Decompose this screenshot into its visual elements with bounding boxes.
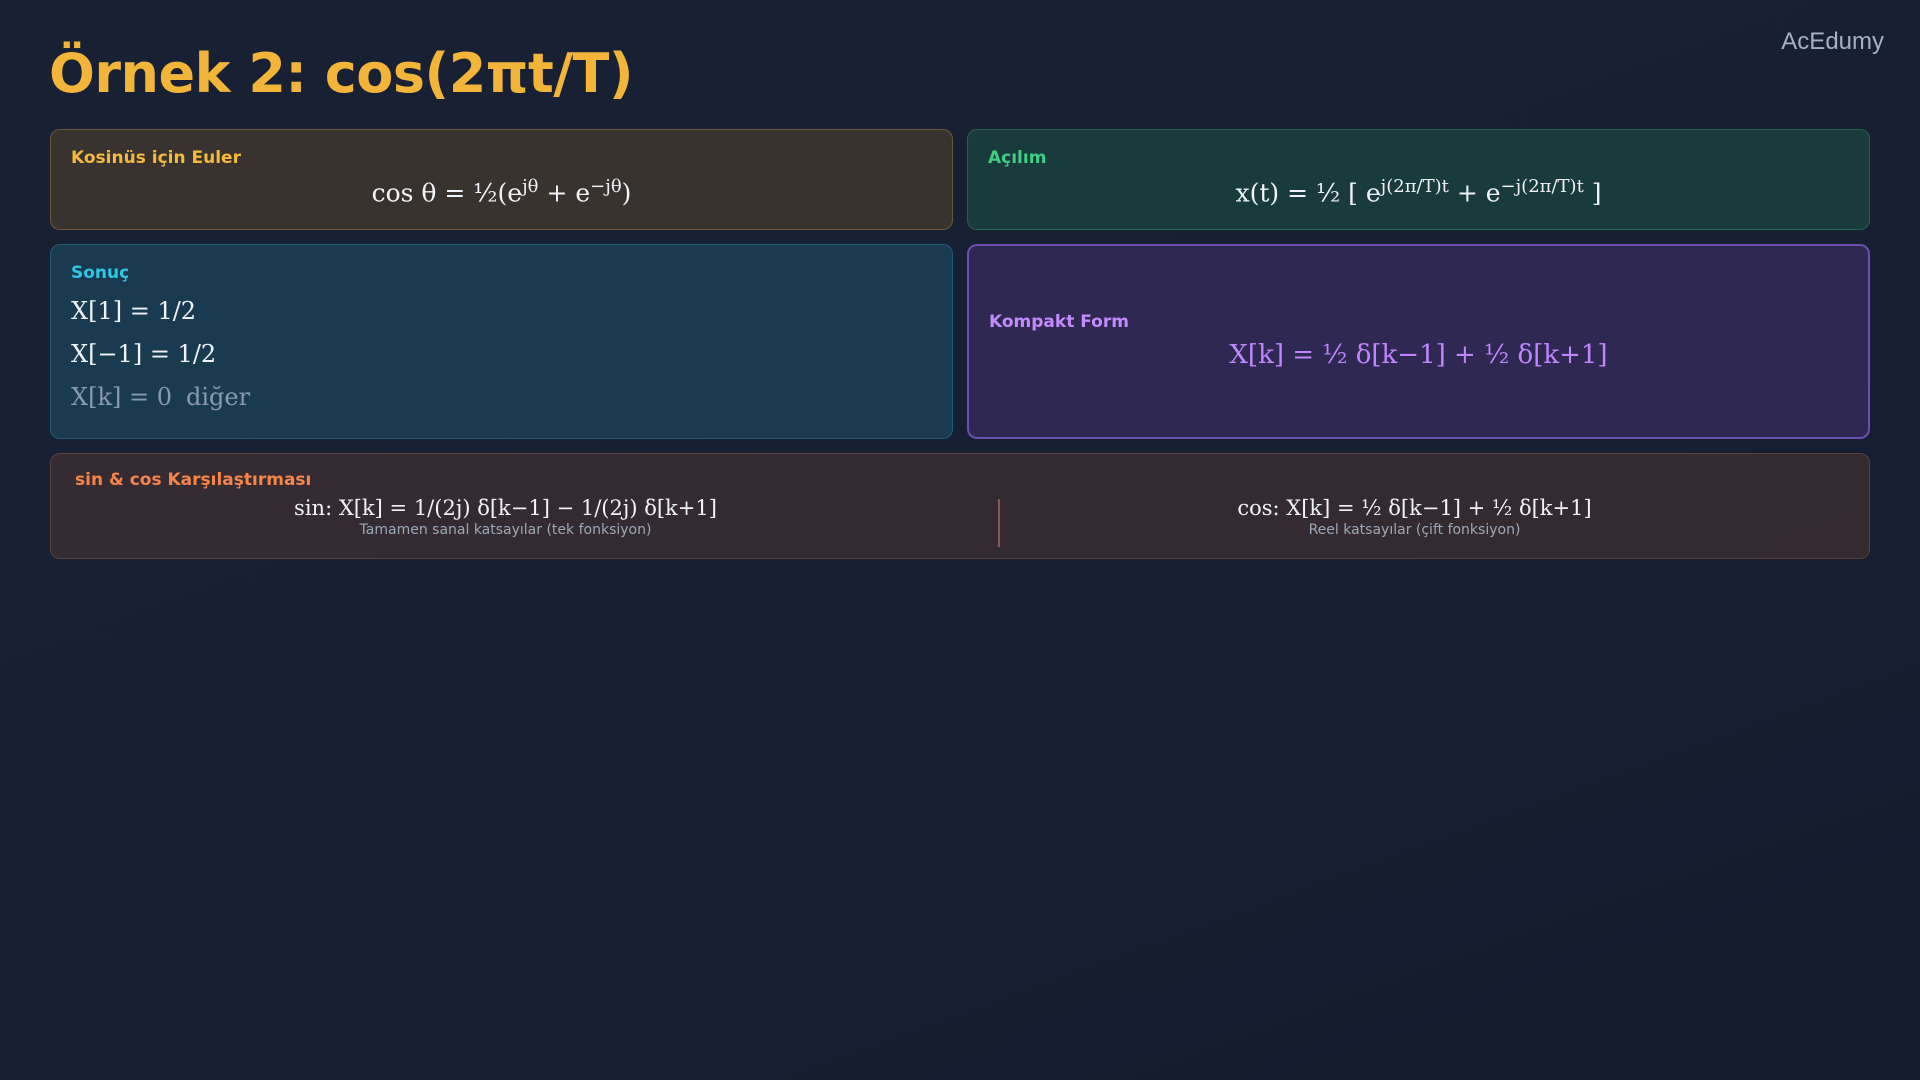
comparison-card-label: sin & cos Karşılaştırması: [75, 470, 312, 490]
result-other-word: diğer: [186, 383, 251, 411]
result-other-formula: X[k] = 0: [71, 383, 172, 411]
comparison-sin-formula: sin: X[k] = 1/(2j) δ[k−1] − 1/(2j) δ[k+1…: [294, 496, 717, 520]
euler-formula-part: + e: [538, 178, 591, 208]
comparison-cos-note: Reel katsayılar (çift fonksiyon): [1308, 522, 1521, 538]
euler-card-label: Kosinüs için Euler: [71, 148, 241, 168]
compact-form-card: Kompakt Form X[k] = ½ δ[k−1] + ½ δ[k+1]: [967, 244, 1870, 439]
expansion-card-label: Açılım: [988, 148, 1047, 168]
expansion-formula-exponent: j(2π/T)t: [1380, 176, 1449, 197]
euler-formula-part: cos θ = ½(e: [371, 178, 523, 208]
expansion-formula-exponent: −j(2π/T)t: [1500, 176, 1584, 197]
expansion-formula: x(t) = ½ [ ej(2π/T)t + e−j(2π/T)t ]: [988, 176, 1849, 207]
expansion-formula-part: + e: [1448, 178, 1501, 208]
comparison-row: sin: X[k] = 1/(2j) δ[k−1] − 1/(2j) δ[k+1…: [51, 496, 1869, 552]
brand-logo-text: AcEdumy: [1781, 28, 1884, 55]
comparison-cos-column: cos: X[k] = ½ δ[k−1] + ½ δ[k+1] Reel kat…: [960, 496, 1869, 538]
page-title: Örnek 2: cos(2πt/T): [49, 42, 634, 105]
comparison-sin-column: sin: X[k] = 1/(2j) δ[k−1] − 1/(2j) δ[k+1…: [51, 496, 960, 538]
euler-formula-part: ): [621, 178, 632, 208]
expansion-formula-part: x(t) = ½ [ e: [1235, 178, 1381, 208]
compact-form-label: Kompakt Form: [989, 312, 1129, 332]
expansion-formula-part: ]: [1583, 178, 1602, 208]
result-line-x1: X[1] = 1/2: [71, 297, 197, 325]
result-card: Sonuç X[1] = 1/2 X[−1] = 1/2 X[k] = 0 diğ…: [50, 244, 953, 439]
euler-card: Kosinüs için Euler cos θ = ½(ejθ + e−jθ): [50, 129, 953, 230]
result-card-label: Sonuç: [71, 263, 130, 283]
euler-formula-exponent: jθ: [522, 176, 539, 197]
euler-formula: cos θ = ½(ejθ + e−jθ): [71, 176, 932, 207]
compact-form-formula: X[k] = ½ δ[k−1] + ½ δ[k+1]: [1229, 340, 1608, 370]
comparison-sin-note: Tamamen sanal katsayılar (tek fonksiyon): [359, 522, 652, 538]
comparison-card: sin & cos Karşılaştırması sin: X[k] = 1/…: [50, 453, 1870, 559]
comparison-divider: [998, 499, 1000, 547]
comparison-cos-formula: cos: X[k] = ½ δ[k−1] + ½ δ[k+1]: [1237, 496, 1592, 520]
expansion-card: Açılım x(t) = ½ [ ej(2π/T)t + e−j(2π/T)t…: [967, 129, 1870, 230]
euler-formula-exponent: −jθ: [590, 176, 622, 197]
result-line-other: X[k] = 0 diğer: [71, 383, 932, 412]
result-line-x-minus1: X[−1] = 1/2: [71, 340, 217, 368]
